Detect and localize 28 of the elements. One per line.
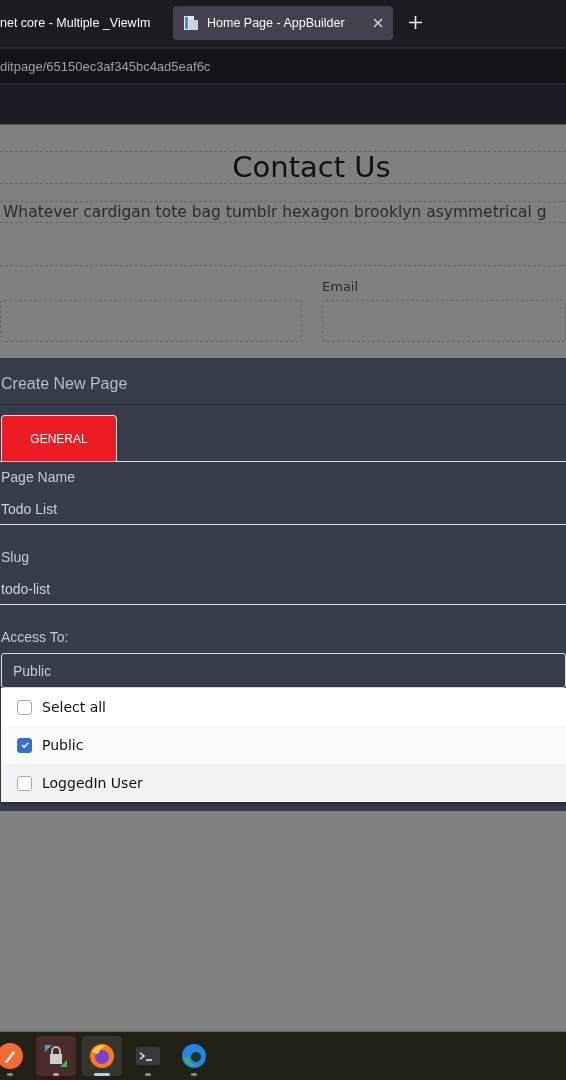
tab[interactable]: GENERAL: [1, 415, 117, 461]
dropdown-option[interactable]: Public: [1, 726, 566, 764]
address-bar[interactable]: ditpage/65150ec3af345bc4ad5eaf6c: [0, 47, 566, 85]
checkbox[interactable]: [17, 775, 32, 791]
lock-app-icon[interactable]: [36, 1036, 76, 1076]
dialog-title: Create New Page: [0, 358, 566, 405]
page-icon: [183, 14, 199, 31]
field-label: Access To:: [0, 628, 70, 645]
page-heading: Contact Us: [232, 152, 391, 183]
new-tab-icon[interactable]: [409, 16, 422, 29]
browser-tab[interactable]: net core - Multiple _ViewIm: [0, 5, 165, 40]
page-paragraph: Whatever cardigan tote bag tumblr hexagon brooklyn asymmetrical g: [2, 202, 548, 222]
field-label: Slug: [0, 548, 31, 565]
text-field[interactable]: Todo List: [0, 485, 566, 525]
browser-app-icon[interactable]: [82, 1036, 122, 1076]
browser-tab[interactable]: Home Page - AppBuilder: [173, 5, 393, 40]
checkbox[interactable]: [17, 699, 32, 715]
check-icon: [19, 740, 30, 750]
dropdown-option[interactable]: LoggedIn User: [1, 764, 566, 802]
close-icon[interactable]: [373, 17, 383, 28]
field-label: Page Name: [0, 468, 76, 485]
email-field[interactable]: [322, 300, 566, 342]
checkbox[interactable]: [17, 737, 32, 753]
input-field[interactable]: [0, 300, 302, 342]
select-field[interactable]: Public: [1, 653, 566, 688]
field-label: Email: [322, 279, 359, 294]
dropdown-option[interactable]: Select all: [1, 688, 566, 726]
text-field[interactable]: todo-list: [0, 565, 566, 605]
